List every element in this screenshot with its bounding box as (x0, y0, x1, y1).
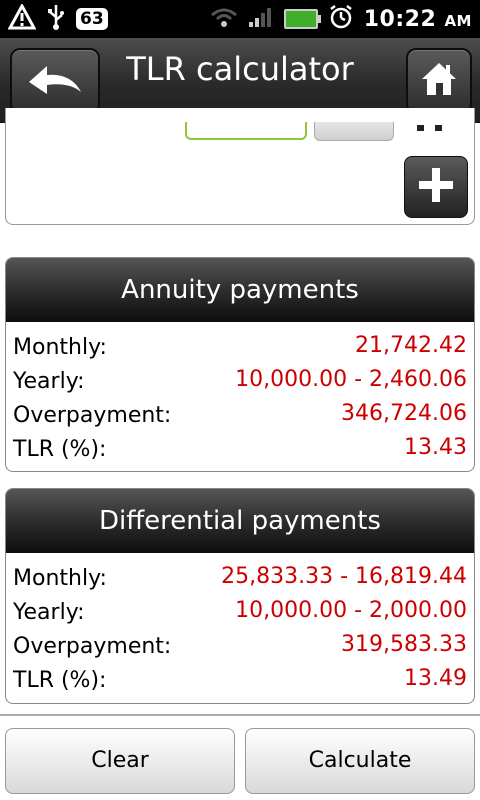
usb-icon (46, 3, 66, 35)
row-value: 319,583.33 (341, 632, 467, 657)
differential-panel: Differential payments Monthly: 25,833.33… (5, 488, 475, 704)
status-time: 10:22 AM (364, 7, 472, 32)
page-title: TLR calculator (126, 50, 354, 88)
row-label: Yearly: (13, 600, 85, 625)
row-value: 10,000.00 - 2,460.06 (235, 367, 467, 392)
annuity-row-yearly: Yearly: 10,000.00 - 2,460.06 (6, 366, 474, 400)
differential-row-monthly: Monthly: 25,833.33 - 16,819.44 (6, 563, 474, 597)
row-value: 13.43 (404, 435, 467, 460)
add-button[interactable] (404, 156, 468, 218)
annuity-row-monthly: Monthly: 21,742.42 (6, 332, 474, 366)
signal-icon (248, 6, 274, 32)
differential-panel-title: Differential payments (6, 489, 474, 553)
annuity-panel-title: Annuity payments (6, 258, 474, 322)
back-button[interactable] (10, 48, 100, 114)
plus-icon (416, 165, 456, 209)
more-dots-icon[interactable] (405, 118, 455, 132)
differential-row-yearly: Yearly: 10,000.00 - 2,000.00 (6, 597, 474, 631)
row-value: 10,000.00 - 2,000.00 (235, 598, 467, 623)
calculate-button[interactable]: Calculate (245, 728, 475, 794)
divider (0, 714, 480, 716)
battery-icon (283, 9, 321, 29)
row-label: Monthly: (13, 566, 107, 591)
status-time-value: 10:22 (363, 6, 437, 32)
warning-icon (7, 2, 37, 34)
annuity-rows: Monthly: 21,742.42 Yearly: 10,000.00 - 2… (6, 322, 474, 468)
row-label: Overpayment: (13, 634, 172, 659)
row-label: Yearly: (13, 369, 85, 394)
wifi-icon (210, 6, 238, 32)
row-label: TLR (%): (13, 668, 107, 693)
amount-input[interactable] (185, 122, 307, 140)
row-value: 25,833.33 - 16,819.44 (221, 564, 467, 589)
notification-count-badge: 63 (76, 8, 108, 30)
status-time-ampm: AM (444, 11, 472, 30)
status-bar: 63 10:22 AM (0, 0, 480, 38)
row-value: 13.49 (404, 666, 467, 691)
status-bar-left: 63 (7, 2, 108, 35)
row-label: TLR (%): (13, 437, 107, 462)
home-icon (420, 61, 458, 101)
unit-selector-button[interactable] (314, 122, 394, 141)
row-value: 346,724.06 (341, 401, 467, 426)
row-label: Overpayment: (13, 403, 172, 428)
differential-rows: Monthly: 25,833.33 - 16,819.44 Yearly: 1… (6, 553, 474, 699)
differential-row-overpayment: Overpayment: 319,583.33 (6, 631, 474, 665)
row-value: 21,742.42 (355, 333, 467, 358)
annuity-panel: Annuity payments Monthly: 21,742.42 Year… (5, 257, 475, 472)
annuity-row-tlr: TLR (%): 13.43 (6, 434, 474, 468)
status-bar-right: 10:22 AM (210, 4, 472, 34)
back-arrow-icon (25, 60, 85, 102)
home-button[interactable] (406, 48, 472, 114)
differential-row-tlr: TLR (%): 13.49 (6, 665, 474, 699)
clear-button[interactable]: Clear (5, 728, 235, 794)
alarm-icon (328, 4, 354, 34)
annuity-row-overpayment: Overpayment: 346,724.06 (6, 400, 474, 434)
row-label: Monthly: (13, 335, 107, 360)
